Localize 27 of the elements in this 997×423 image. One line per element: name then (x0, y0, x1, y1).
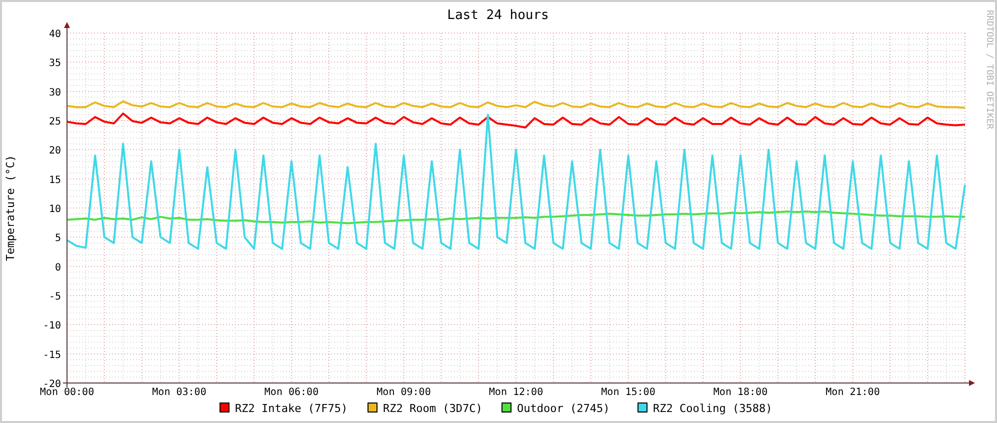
legend-label: Outdoor (2745) (517, 402, 610, 415)
axis-label: Mon 15:00 (601, 387, 656, 398)
legend-label: RZ2 Cooling (3588) (653, 402, 772, 415)
legend-label: RZ2 Room (3D7C) (383, 402, 482, 415)
axis-label: 15 (48, 174, 61, 186)
axis-label: -10 (42, 320, 61, 332)
axis-label: 40 (48, 29, 61, 40)
axis-label: Mon 00:00 (40, 387, 94, 398)
axis-label: 5 (54, 233, 61, 244)
axis-label: Mon 03:00 (152, 387, 206, 398)
axis-label: -15 (42, 350, 61, 361)
axis-label: Mon 21:00 (826, 387, 880, 398)
axis-label: 0 (54, 262, 61, 274)
axis-label: Mon 09:00 (376, 387, 431, 398)
axis-label: Mon 18:00 (713, 387, 768, 398)
axis-label: 25 (48, 116, 61, 128)
axis-label: 20 (48, 146, 61, 157)
axis-label: 35 (48, 58, 61, 70)
axis-label: 30 (48, 87, 61, 98)
y-axis-title: Temperature (°C) (4, 155, 17, 261)
axis-label: -5 (48, 292, 61, 302)
axis-label: Mon 12:00 (488, 387, 544, 398)
credit-text: RRDTOOL / TOBI OETIKER (984, 10, 993, 130)
axis-label: 10 (48, 204, 61, 215)
axis-label: Mon 06:00 (264, 387, 319, 398)
legend-label: RZ2 Intake (7F75) (235, 402, 348, 415)
chart-title: Last 24 hours (447, 8, 549, 23)
